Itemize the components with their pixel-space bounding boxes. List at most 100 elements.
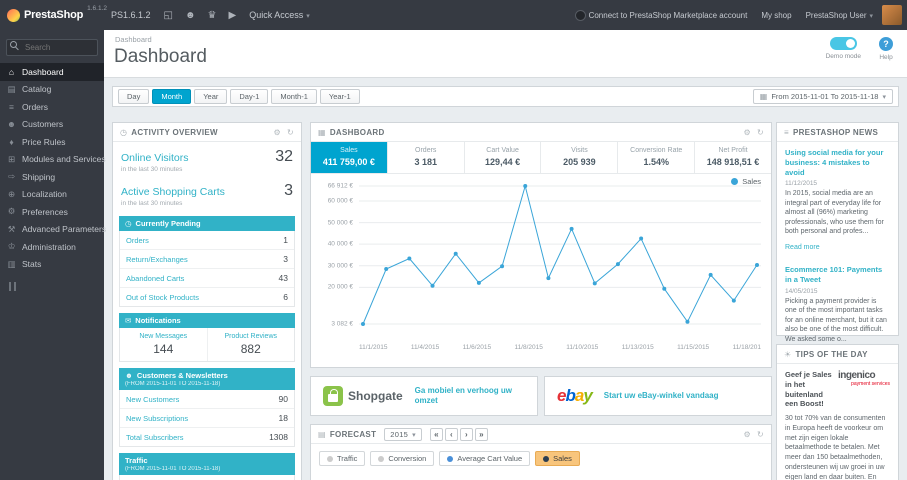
forecast-legend-traffic[interactable]: Traffic [319,451,366,466]
range-month-button[interactable]: Month [152,89,192,104]
marketplace-link[interactable]: Connect to PrestaShop Marketplace accoun… [568,0,755,30]
y-axis-label: 60 000 € [327,197,353,205]
customers-quicklink-icon[interactable]: ☻ [179,10,202,21]
google-analytics-link[interactable]: ↗ Link to your Google Analytics account [119,475,295,480]
new-customers-link[interactable]: New Customers [126,395,179,404]
forecast-prev-button[interactable]: ‹ [444,427,458,441]
active-carts-link[interactable]: Active Shopping Carts [121,186,225,198]
out-of-stock-link[interactable]: Out of Stock Products [126,293,199,302]
pending-row-abandoned-carts: Abandoned Carts 43 [120,269,294,288]
pending-orders-link[interactable]: Orders [126,236,149,245]
sidebar-item-shipping[interactable]: ⇨ Shipping [0,168,104,186]
news-excerpt: Picking a payment provider is one of the… [785,297,887,343]
news-title-link[interactable]: Ecommerce 101: Payments in a Tweet [785,265,890,285]
forecast-year-select[interactable]: 2015 [384,427,422,441]
ebay-link[interactable]: Start uw eBay-winkel vandaag [604,391,719,401]
kpi-cart-value[interactable]: Cart Value 129,44 € [465,142,542,173]
currently-pending-header: ◷ Currently Pending [119,216,295,231]
sidebar-item-label: Dashboard [22,66,64,77]
search-input[interactable] [6,39,98,56]
sidebar-collapse-button[interactable] [9,282,104,291]
chevron-down-icon [412,430,416,439]
sidebar-item-advanced-parameters[interactable]: ⚒ Advanced Parameters [0,221,106,239]
sidebar-item-modules-and-services[interactable]: ⊞ Modules and Services [0,151,106,169]
range-day-button[interactable]: Day [118,89,150,104]
abandoned-carts-link[interactable]: Abandoned Carts [126,274,184,283]
online-visitors-value: 32 [275,148,293,165]
new-subscriptions-link[interactable]: New Subscriptions [126,414,188,423]
sidebar-item-dashboard[interactable]: ⌂ Dashboard [0,63,104,81]
sidebar-item-price-rules[interactable]: ♦ Price Rules [0,133,104,151]
kpi-conversion-rate[interactable]: Conversion Rate 1.54% [618,142,696,173]
total-subscribers-link[interactable]: Total Subscribers [126,433,184,442]
forecast-settings-icon[interactable]: ⚙ [744,430,751,439]
tips-icon: ☀ [784,349,792,359]
shopgate-bag-icon [323,386,343,406]
modules-icon: ⊞ [7,153,16,164]
kpi-net-profit[interactable]: Net Profit 148 918,51 € [695,142,771,173]
gear-icon: ⚙ [7,206,16,217]
forecast-legend-sales[interactable]: Sales [535,451,580,466]
trophy-icon[interactable]: ♛ [202,10,223,21]
my-shop-link[interactable]: My shop [754,0,798,30]
help-icon[interactable]: ? [879,37,893,51]
news-item: Using social media for your business: 4 … [777,142,898,259]
shopgate-ad-panel: Shopgate Ga mobiel en verhoog uw omzet [310,376,538,416]
news-title-link[interactable]: Using social media for your business: 4 … [785,148,890,177]
news-panel-title: PRESTASHOP NEWS [792,127,879,137]
news-icon: ≡ [784,127,789,137]
news-excerpt: In 2015, social media are an integral pa… [785,190,884,235]
sales-chart: 66 912 € 60 000 € 50 000 € 40 000 € 30 0… [311,174,771,342]
sidebar-item-preferences[interactable]: ⚙ Preferences [0,203,104,221]
sidebar-item-orders[interactable]: ≡ Orders [0,98,104,116]
kpi-orders[interactable]: Orders 3 181 [388,142,465,173]
demo-mode-toggle[interactable] [829,37,857,50]
forecast-legend-average-cart-value[interactable]: Average Cart Value [439,451,531,466]
legend-label-sales: Sales [742,177,761,186]
sidebar-item-localization[interactable]: ⊕ Localization [0,186,104,204]
sidebar-item-stats[interactable]: ▥ Stats [0,256,104,274]
sidebar-item-customers[interactable]: ☻ Customers [0,116,104,134]
forecast-legend-conversion[interactable]: Conversion [370,451,435,466]
dashboard-refresh-icon[interactable]: ↻ [757,128,764,137]
sidebar: ⌂ Dashboard ▤ Catalog ≡ Orders ☻ Custome… [0,30,106,480]
forecast-first-button[interactable]: « [429,427,443,441]
activity-settings-icon[interactable]: ⚙ [274,128,281,137]
forecast-next-button[interactable]: › [459,427,473,441]
activity-refresh-icon[interactable]: ↻ [287,128,294,137]
prestashop-logo[interactable]: PrestaShop 1.6.1.2 [0,0,107,30]
range-year-button[interactable]: Year [194,89,228,104]
user-menu[interactable]: PrestaShop User [799,0,880,30]
new-messages-link[interactable]: New Messages 144 [120,328,207,361]
cart-icon[interactable]: ◱ [158,10,179,21]
active-carts-sub: in the last 30 minutes [121,200,183,207]
shop-name[interactable]: PS1.6.1.2 [104,0,158,30]
user-name: PrestaShop User [805,10,867,20]
shopgate-link[interactable]: Ga mobiel en verhoog uw omzet [415,386,525,407]
rocket-icon[interactable]: ▶ [222,10,242,21]
orders-icon: ≡ [9,101,14,112]
range-day-1-button[interactable]: Day-1 [230,89,269,104]
range-month-1-button[interactable]: Month-1 [271,89,317,104]
range-year-1-button[interactable]: Year-1 [319,89,360,104]
sidebar-item-administration[interactable]: ♔ Administration [0,238,104,256]
globe-icon: ⊕ [7,188,16,199]
online-visitors-link[interactable]: Online Visitors [121,152,189,164]
catalog-icon: ▤ [7,83,16,94]
chart-legend[interactable]: Sales [731,177,761,186]
date-range-picker[interactable]: ▦ From 2015-11-01 To 2015-11-18 [752,89,893,104]
ingenico-logo[interactable]: ingenico payment services [838,370,890,409]
read-more-link[interactable]: Read more [785,244,820,251]
kpi-sales[interactable]: Sales 411 759,00 € [311,142,388,173]
forecast-last-button[interactable]: » [474,427,488,441]
help-control: ? Help [879,37,893,61]
forecast-refresh-icon[interactable]: ↻ [757,430,764,439]
dashboard-panel: ▦ DASHBOARD ⚙ ↻ Sales 411 759,00 € Order… [310,122,772,368]
product-reviews-link[interactable]: Product Reviews 882 [206,328,295,361]
sidebar-item-catalog[interactable]: ▤ Catalog [0,81,104,99]
kpi-visits[interactable]: Visits 205 939 [541,142,619,173]
dashboard-settings-icon[interactable]: ⚙ [744,128,751,137]
avatar[interactable] [882,5,902,25]
pending-returns-link[interactable]: Return/Exchanges [126,255,188,264]
quick-access-menu[interactable]: Quick Access [242,0,317,30]
